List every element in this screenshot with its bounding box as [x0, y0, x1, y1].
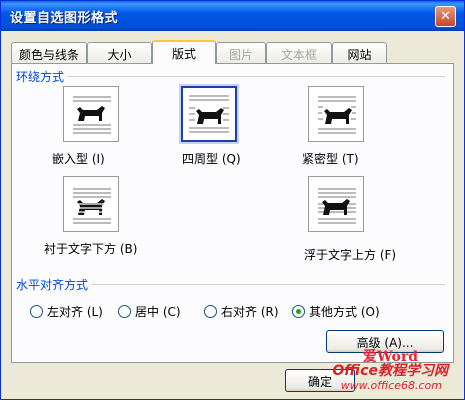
wrap-option-square[interactable]: [181, 86, 237, 142]
align-right-label: 右对齐 (R): [221, 305, 279, 319]
wrap-option-inline[interactable]: [63, 86, 119, 142]
wrap-option-tight[interactable]: [308, 86, 364, 142]
radio-circle: [204, 305, 217, 318]
tab-colors-lines[interactable]: 颜色与线条: [11, 42, 87, 63]
site-watermark: 爱Word Office教程学习网 www.office68.com: [298, 346, 448, 394]
align-other-label: 其他方式 (O): [309, 305, 380, 319]
radio-circle-selected: [292, 305, 305, 318]
tab-textbox: 文本框: [266, 42, 332, 63]
wrap-tight-label: 紧密型 (T): [302, 152, 359, 166]
wrap-behind-label: 衬于文字下方 (B): [44, 242, 138, 256]
align-right-radio[interactable]: 右对齐 (R): [204, 303, 279, 320]
dialog-window: 设置自选图形格式 ✕ 颜色与线条 大小 版式 图片 文本框 网站 环绕方式 嵌入…: [0, 0, 465, 400]
square-wrap-icon: [189, 95, 229, 133]
align-center-radio[interactable]: 居中 (C): [118, 303, 181, 320]
wrap-front-label: 浮于文字上方 (F): [304, 248, 397, 262]
dialog-title: 设置自选图形格式: [10, 11, 119, 26]
in-front-of-text-icon: [318, 188, 356, 224]
radio-circle: [30, 305, 43, 318]
radio-circle: [118, 305, 131, 318]
close-button[interactable]: ✕: [435, 6, 456, 27]
tight-wrap-icon: [318, 96, 356, 134]
wrap-inline-label: 嵌入型 (I): [52, 152, 105, 166]
layout-panel: 环绕方式 嵌入型 (I) 四周型 (Q) 紧密型 (T) 衬于文字下方 (B) …: [11, 63, 454, 363]
align-left-label: 左对齐 (L): [47, 305, 103, 319]
wrap-option-behind[interactable]: [63, 176, 119, 232]
inline-with-text-icon: [73, 96, 111, 134]
tab-web[interactable]: 网站: [332, 42, 387, 63]
tab-layout[interactable]: 版式: [152, 40, 216, 64]
watermark-bottom-text: www.office68.com: [340, 379, 442, 392]
behind-text-icon: [73, 188, 111, 224]
title-bar[interactable]: 设置自选图形格式 ✕: [1, 1, 464, 31]
align-left-radio[interactable]: 左对齐 (L): [30, 303, 103, 320]
wrap-option-front[interactable]: [308, 176, 364, 232]
watermark-middle-text: Office教程学习网: [332, 363, 448, 379]
wrap-section-title: 环绕方式: [16, 68, 69, 85]
align-center-label: 居中 (C): [135, 305, 181, 319]
wrap-square-label: 四周型 (Q): [182, 152, 241, 166]
tab-picture: 图片: [216, 42, 266, 63]
wrap-section-divider: [20, 76, 445, 77]
align-other-radio[interactable]: 其他方式 (O): [292, 303, 380, 320]
close-icon: ✕: [440, 9, 451, 24]
align-section-title: 水平对齐方式: [16, 276, 93, 293]
tab-size[interactable]: 大小: [87, 42, 152, 63]
